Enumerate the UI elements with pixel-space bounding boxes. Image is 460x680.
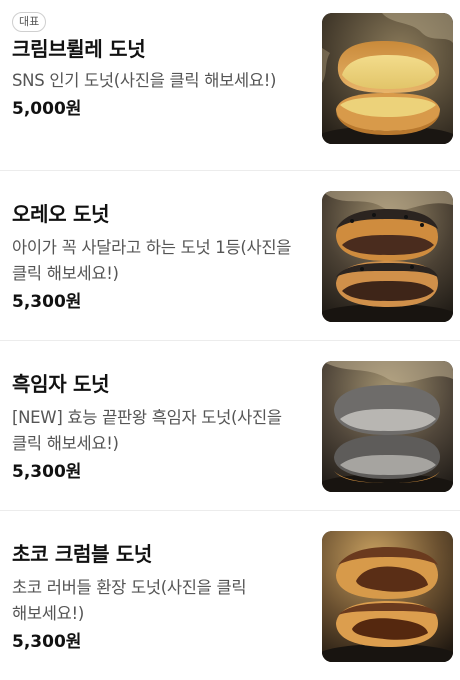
menu-item-name: 흑임자 도넛 <box>12 372 110 396</box>
menu-item-name: 크림브륄레 도넛 <box>12 37 146 61</box>
menu-item-oreo[interactable]: 오레오 도넛 아이가 꼭 사달라고 하는 도넛 1등(사진을 클릭 해보세요!)… <box>0 170 460 340</box>
menu-item-price: 5,300원 <box>12 462 82 482</box>
signature-badge: 대표 <box>12 12 47 32</box>
menu-item-name: 오레오 도넛 <box>12 202 110 226</box>
menu-item-info: 초코 크럼블 도넛 초코 러버들 환장 도넛(사진을 클릭 해보세요!) 5,3… <box>12 541 308 653</box>
black-sesame-donut-photo[interactable] <box>322 361 453 492</box>
menu-item-info: 오레오 도넛 아이가 꼭 사달라고 하는 도넛 1등(사진을 클릭 해보세요!)… <box>12 201 308 313</box>
menu-item-description: 아이가 꼭 사달라고 하는 도넛 1등(사진을 클릭 해보세요!) <box>12 238 292 283</box>
choco-crumble-donut-image <box>322 531 453 662</box>
menu-item-name: 초코 크럼블 도넛 <box>12 542 153 566</box>
menu-item-info: 대표 크림브륄레 도넛 SNS 인기 도넛(사진을 클릭 해보세요!) 5,00… <box>12 10 308 120</box>
oreo-donut-photo[interactable] <box>322 191 453 322</box>
menu-item-price: 5,300원 <box>12 632 82 652</box>
menu-item-black-sesame[interactable]: 흑임자 도넛 [NEW] 효능 끝판왕 흑임자 도넛(사진을 클릭 해보세요!)… <box>0 340 460 510</box>
menu-item-description: SNS 인기 도넛(사진을 클릭 해보세요!) <box>12 71 277 90</box>
menu-item-description: 초코 러버들 환장 도넛(사진을 클릭 해보세요!) <box>12 578 247 623</box>
oreo-donut-image <box>322 191 453 322</box>
choco-crumble-donut-photo[interactable] <box>322 531 453 662</box>
menu-item-choco-crumble[interactable]: 초코 크럼블 도넛 초코 러버들 환장 도넛(사진을 클릭 해보세요!) 5,3… <box>0 510 460 680</box>
menu-list: 대표 크림브륄레 도넛 SNS 인기 도넛(사진을 클릭 해보세요!) 5,00… <box>0 0 460 676</box>
menu-item-info: 흑임자 도넛 [NEW] 효능 끝판왕 흑임자 도넛(사진을 클릭 해보세요!)… <box>12 371 308 483</box>
menu-item-cream-brulee[interactable]: 대표 크림브륄레 도넛 SNS 인기 도넛(사진을 클릭 해보세요!) 5,00… <box>0 0 460 170</box>
cream-brulee-donut-image <box>322 13 453 144</box>
menu-item-price: 5,000원 <box>12 99 82 119</box>
menu-item-price: 5,300원 <box>12 292 82 312</box>
cream-brulee-donut-photo[interactable] <box>322 13 453 144</box>
black-sesame-donut-image <box>322 361 453 492</box>
menu-item-description: [NEW] 효능 끝판왕 흑임자 도넛(사진을 클릭 해보세요!) <box>12 408 282 453</box>
